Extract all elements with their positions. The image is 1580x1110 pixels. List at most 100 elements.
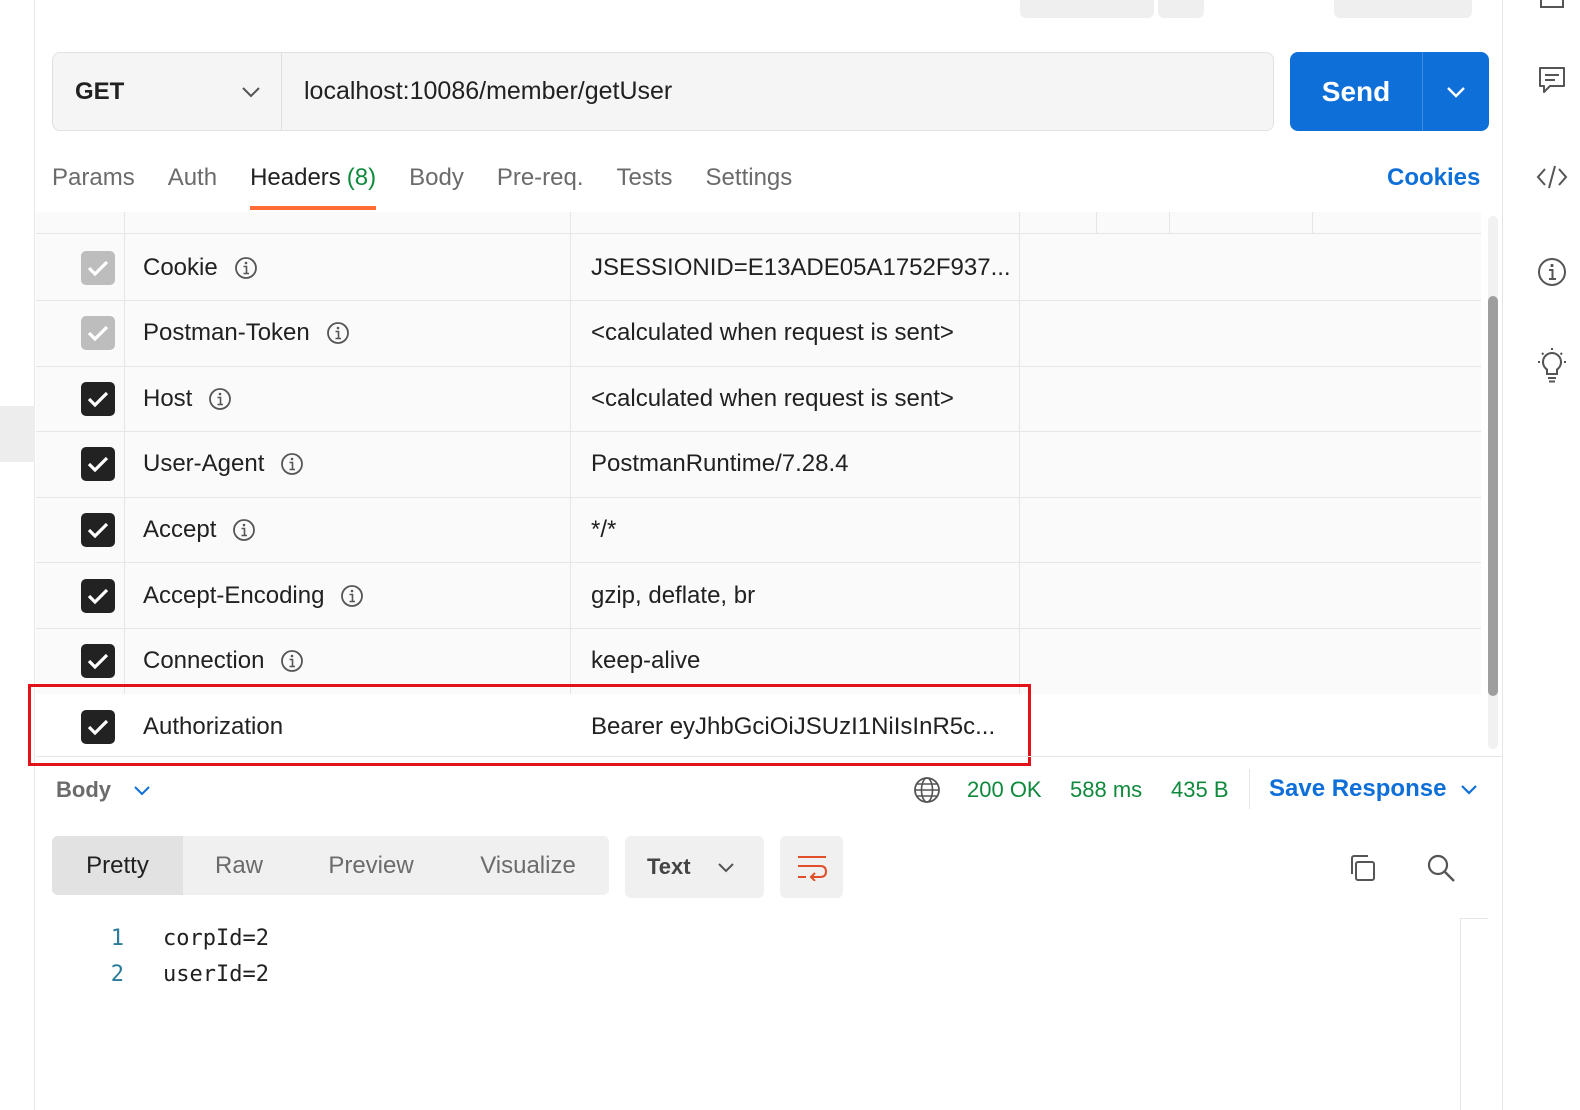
info-button[interactable] xyxy=(1532,252,1572,292)
headers-scrollbar[interactable] xyxy=(1488,216,1498,749)
line-number: 2 xyxy=(110,961,124,987)
header-value[interactable]: */* xyxy=(591,516,616,544)
header-key[interactable]: User-Agent xyxy=(143,450,304,478)
checkmark-icon xyxy=(87,653,109,670)
response-body[interactable]: 1 corpId=2 2 userId=2 xyxy=(36,918,1503,1110)
line-number: 1 xyxy=(110,925,124,951)
send-button-group: Send xyxy=(1290,52,1489,131)
header-value[interactable]: <calculated when request is sent> xyxy=(591,385,954,413)
view-pretty[interactable]: Pretty xyxy=(52,836,183,895)
top-toolbar-remnant[interactable] xyxy=(1158,0,1204,18)
response-bar: Body 200 OK 588 ms 435 B Save Response xyxy=(36,756,1503,822)
info-icon[interactable] xyxy=(340,584,364,608)
tab-body[interactable]: Body xyxy=(409,160,464,210)
wrap-lines-button[interactable] xyxy=(780,836,843,898)
view-visualize[interactable]: Visualize xyxy=(447,836,609,895)
scrollbar-thumb[interactable] xyxy=(1488,296,1498,696)
method-label: GET xyxy=(75,77,125,105)
comments-button[interactable] xyxy=(1532,60,1572,100)
checkmark-icon xyxy=(87,325,109,342)
left-panel-tab[interactable] xyxy=(0,406,35,462)
header-enabled-checkbox[interactable] xyxy=(81,381,115,416)
comment-icon xyxy=(1539,67,1565,93)
divider xyxy=(1249,769,1250,809)
info-icon[interactable] xyxy=(280,649,304,673)
top-toolbar-remnant[interactable] xyxy=(1020,0,1154,18)
suggestions-button[interactable] xyxy=(1532,346,1572,386)
lightbulb-icon xyxy=(1538,348,1566,383)
info-icon[interactable] xyxy=(280,452,304,476)
code-text: userId=2 xyxy=(163,961,269,987)
status-code[interactable]: 200 OK xyxy=(967,777,1042,803)
checkmark-icon xyxy=(87,522,109,539)
format-select[interactable]: Text xyxy=(625,836,764,898)
header-value[interactable]: keep-alive xyxy=(591,647,700,675)
send-button[interactable]: Send xyxy=(1290,52,1423,131)
right-sidebar xyxy=(1504,0,1580,1110)
view-mode-selector: Pretty Raw Preview Visualize xyxy=(52,836,609,895)
top-toolbar-remnant[interactable] xyxy=(1334,0,1472,18)
column-divider xyxy=(1169,212,1170,234)
url-input[interactable]: localhost:10086/member/getUser xyxy=(282,53,1273,130)
header-enabled-checkbox[interactable] xyxy=(81,512,115,547)
wrap-lines-icon xyxy=(797,856,827,881)
response-body-dropdown[interactable]: Body xyxy=(56,777,151,803)
header-row: Accept-Encoding gzip, deflate, br xyxy=(36,563,1481,629)
checkmark-icon xyxy=(87,457,109,473)
header-value[interactable]: gzip, deflate, br xyxy=(591,582,755,610)
header-value[interactable]: JSESSIONID=E13ADE05A1752F937... xyxy=(591,254,1011,282)
info-icon[interactable] xyxy=(326,321,350,345)
headers-table: Cookie JSESSIONID=E13ADE05A1752F937... Pos… xyxy=(36,212,1481,755)
info-icon[interactable] xyxy=(208,387,232,411)
cookies-link[interactable]: Cookies xyxy=(1387,164,1480,192)
globe-icon[interactable] xyxy=(912,775,942,805)
divider xyxy=(1460,918,1461,1110)
header-key[interactable]: Accept xyxy=(143,516,256,544)
header-enabled-checkbox[interactable] xyxy=(81,250,115,285)
chevron-down-icon xyxy=(1447,86,1465,98)
header-enabled-checkbox[interactable] xyxy=(81,316,115,351)
response-size[interactable]: 435 B xyxy=(1171,777,1229,803)
checkmark-icon xyxy=(87,588,109,604)
info-icon xyxy=(1538,258,1566,286)
header-enabled-checkbox[interactable] xyxy=(81,447,115,482)
header-value[interactable]: <calculated when request is sent> xyxy=(591,319,954,347)
tab-params[interactable]: Params xyxy=(52,160,135,210)
header-row: Postman-Token <calculated when request is… xyxy=(36,301,1481,367)
view-preview[interactable]: Preview xyxy=(295,836,447,895)
header-row: Host <calculated when request is sent> xyxy=(36,366,1481,433)
header-value[interactable]: PostmanRuntime/7.28.4 xyxy=(591,450,848,478)
chevron-down-icon xyxy=(1461,784,1478,795)
response-time[interactable]: 588 ms xyxy=(1070,777,1142,803)
chevron-down-icon xyxy=(134,785,150,795)
code-text: corpId=2 xyxy=(163,925,269,951)
header-enabled-checkbox[interactable] xyxy=(81,578,115,613)
code-icon xyxy=(1536,165,1568,189)
header-key[interactable]: Host xyxy=(143,385,232,413)
search-button[interactable] xyxy=(1421,848,1461,888)
sidebar-top-icon[interactable] xyxy=(1532,0,1572,32)
header-key[interactable]: Cookie xyxy=(143,254,258,282)
column-divider xyxy=(1312,212,1313,234)
tab-pre-request[interactable]: Pre-req. xyxy=(497,160,584,210)
tab-headers[interactable]: Headers (8) xyxy=(250,160,377,210)
header-row: Cookie JSESSIONID=E13ADE05A1752F937... xyxy=(36,235,1481,301)
header-key[interactable]: Connection xyxy=(143,647,304,675)
request-tabs: Params Auth Headers (8) Body Pre-req. Tes… xyxy=(52,160,825,210)
info-icon[interactable] xyxy=(232,518,256,542)
view-raw[interactable]: Raw xyxy=(183,836,295,895)
save-response-button[interactable]: Save Response xyxy=(1269,775,1478,803)
info-icon[interactable] xyxy=(234,256,258,280)
tab-settings[interactable]: Settings xyxy=(706,160,793,210)
header-key[interactable]: Accept-Encoding xyxy=(143,582,364,610)
send-dropdown-button[interactable] xyxy=(1423,52,1489,131)
tab-auth[interactable]: Auth xyxy=(168,160,217,210)
header-key[interactable]: Postman-Token xyxy=(143,319,350,347)
highlight-box xyxy=(28,684,1031,766)
code-snippet-button[interactable] xyxy=(1532,157,1572,197)
header-enabled-checkbox[interactable] xyxy=(81,644,115,679)
search-icon xyxy=(1427,854,1455,882)
method-select[interactable]: GET xyxy=(53,53,282,130)
tab-tests[interactable]: Tests xyxy=(617,160,673,210)
copy-button[interactable] xyxy=(1342,848,1382,888)
